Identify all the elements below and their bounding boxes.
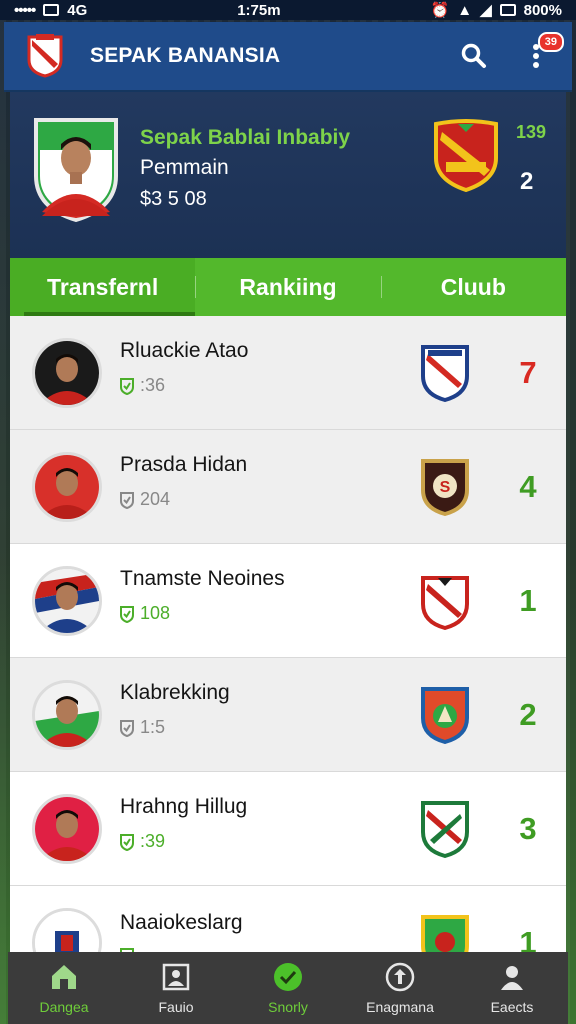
search-icon — [461, 43, 486, 68]
player-meta: :39 — [120, 831, 420, 852]
player-meta: :36 — [120, 375, 420, 396]
tab-bar: Transfernl Rankiing Cluub — [10, 258, 566, 316]
player-rank: 7 — [519, 354, 537, 390]
shield-check-icon — [120, 377, 134, 395]
list-item[interactable]: Klabrekking 1:5 2 — [10, 658, 566, 772]
nav-label: Enagmana — [366, 999, 434, 1015]
wifi-icon: ▲ — [457, 1, 473, 19]
svg-text:S: S — [440, 479, 451, 496]
player-avatar — [32, 907, 102, 952]
club-crest-icon — [420, 686, 470, 744]
nav-item-photo[interactable]: Fauio — [120, 952, 232, 1024]
home-icon — [48, 961, 80, 993]
featured-stat-top: 139 — [516, 122, 547, 142]
list-item[interactable]: Rluackie Atao :36 7 — [10, 316, 566, 430]
player-rank: 4 — [519, 468, 537, 504]
club-crest-icon: S — [420, 458, 470, 516]
featured-player-title: Sepak Bablai Inbabiy — [140, 126, 351, 149]
shield-icon — [120, 719, 134, 737]
tab-club[interactable]: Cluub — [380, 258, 566, 316]
list-item[interactable]: Tnamste Neoines 108 1 — [10, 544, 566, 658]
featured-player-avatar — [32, 116, 120, 223]
notification-badge: 39 — [537, 32, 564, 52]
club-crest-icon — [420, 344, 470, 402]
status-bar: ••••• 4G 1:75m ⏰ ▲ ◢ 800% — [0, 0, 576, 20]
featured-player-card[interactable]: Sepak Bablai Inbabiy Pemmain $3 5 08 139… — [10, 92, 566, 258]
player-name: Hrahng Hillug — [120, 795, 248, 818]
app-title: SEPAK BANANSIA — [90, 44, 281, 67]
player-avatar — [32, 337, 102, 408]
battery-level: 800% — [523, 1, 562, 19]
list-item[interactable]: Prasda Hidan 204 S 4 — [10, 430, 566, 544]
nav-item-check[interactable]: Snorly — [232, 952, 344, 1024]
player-meta-value: 204 — [140, 489, 171, 509]
shield-icon — [120, 491, 134, 509]
player-avatar — [32, 679, 102, 750]
app-bar: SEPAK BANANSIA 39 — [4, 22, 572, 92]
player-name: Klabrekking — [120, 681, 230, 704]
carrier-label: 4G — [67, 1, 88, 19]
nav-item-profile[interactable]: Eaects — [456, 952, 568, 1024]
player-avatar — [32, 451, 102, 522]
player-name: Prasda Hidan — [120, 453, 248, 476]
player-avatar — [32, 793, 102, 864]
nav-item-home[interactable]: Dangea — [8, 952, 120, 1024]
player-rank: 1 — [519, 582, 537, 618]
battery-icon — [499, 4, 516, 16]
player-meta-value: 108 — [140, 603, 171, 623]
nav-item-manage[interactable]: Enagmana — [344, 952, 456, 1024]
club-crest-icon — [420, 800, 470, 858]
player-meta: 1:5 — [120, 717, 420, 738]
nav-label: Dangea — [39, 999, 89, 1015]
player-name: Naaiokeslarg — [120, 910, 243, 934]
person-icon — [496, 961, 528, 993]
price-value: $3 5 08 — [140, 188, 207, 210]
shield-check-icon — [120, 605, 134, 623]
app-logo[interactable] — [26, 34, 64, 78]
alarm-icon: ⏰ — [430, 2, 450, 19]
player-meta-value: :36 — [140, 375, 166, 395]
player-avatar — [32, 565, 102, 636]
shield-check-icon — [120, 833, 134, 851]
nav-label: Snorly — [268, 999, 308, 1015]
list-item[interactable]: Hrahng Hillug :39 3 — [10, 772, 566, 886]
club-crest-icon — [420, 572, 470, 630]
player-rank: 2 — [519, 696, 537, 732]
photo-frame-icon — [160, 961, 192, 993]
bottom-navigation: Dangea Fauio Snorly Enagmana Eaects — [8, 952, 568, 1024]
list-item[interactable]: Naaiokeslarg 1 — [10, 886, 566, 952]
gear-circle-icon — [384, 961, 416, 993]
more-menu-button[interactable]: 39 — [522, 32, 564, 70]
player-list: Rluackie Atao :36 7 Prasda Hidan 204 S 4 — [10, 316, 566, 952]
player-name: Tnamste Neoines — [120, 567, 285, 590]
signal-dots: ••••• — [14, 1, 36, 19]
player-meta-value: 1:5 — [140, 717, 166, 737]
featured-club-crest-icon[interactable] — [432, 118, 500, 193]
nav-label: Eaects — [490, 999, 534, 1015]
featured-player-price: $3 5 08 — [140, 188, 207, 211]
check-circle-icon — [272, 961, 304, 993]
player-name: Rluackie Atao — [120, 339, 249, 362]
player-meta-value: :39 — [140, 831, 166, 851]
status-time: 1:75m — [237, 1, 281, 19]
tab-transfer[interactable]: Transfernl — [10, 258, 196, 316]
player-meta: 204 — [120, 489, 420, 510]
featured-stat-bottom: 2 — [520, 168, 534, 195]
featured-player-role: Pemmain — [140, 156, 229, 179]
tab-ranking[interactable]: Rankiing — [195, 258, 380, 316]
player-meta: 108 — [120, 603, 420, 624]
cell-signal-icon: ◢ — [480, 2, 492, 19]
player-rank: 3 — [519, 810, 537, 846]
search-button[interactable] — [460, 42, 488, 70]
sim-icon — [43, 4, 60, 16]
nav-label: Fauio — [158, 999, 194, 1015]
player-rank: 1 — [519, 924, 537, 953]
club-crest-icon — [420, 914, 470, 952]
